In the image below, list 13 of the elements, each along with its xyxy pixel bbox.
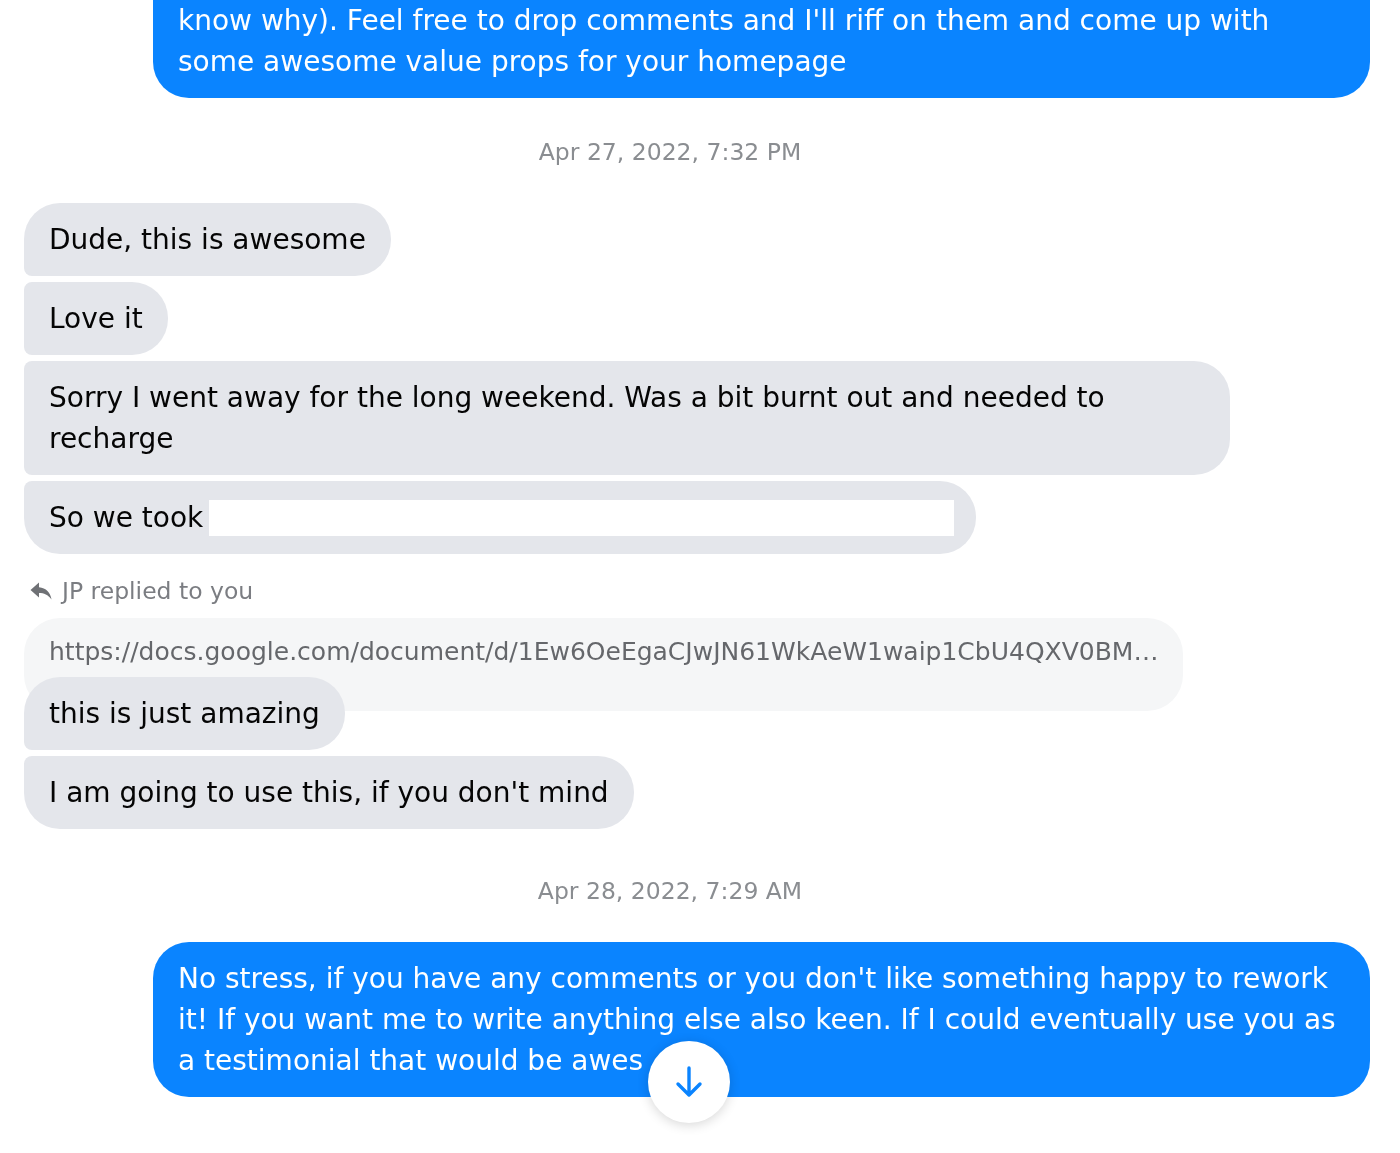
timestamp: Apr 27, 2022, 7:32 PM (538, 137, 802, 167)
timestamp: Apr 28, 2022, 7:29 AM (537, 876, 803, 906)
message-bubble: Love it (24, 282, 168, 355)
reply-label: JP replied to you (62, 576, 254, 606)
arrow-down-icon (675, 1066, 703, 1098)
message-bubble: this is just amazing (24, 677, 345, 750)
message-bubble: know why). Feel free to drop comments and I'll riff on them and come up with some awesome value props for your homepage (153, 0, 1370, 98)
message-bubble: Dude, this is awesome (24, 203, 391, 276)
message-bubble: Sorry I went away for the long weekend. Was a bit burnt out and needed to recharge (24, 361, 1230, 475)
message-bubble: I am going to use this, if you don't mind (24, 756, 634, 829)
reply-arrow-icon (30, 582, 52, 600)
message-bubble: No stress, if you have any comments or you don't like something happy to rework it! If you want me to write anything else also keen. If I could eventually use you as a testimonial that would be awes (153, 942, 1370, 1097)
message-text: So we took (49, 500, 204, 536)
